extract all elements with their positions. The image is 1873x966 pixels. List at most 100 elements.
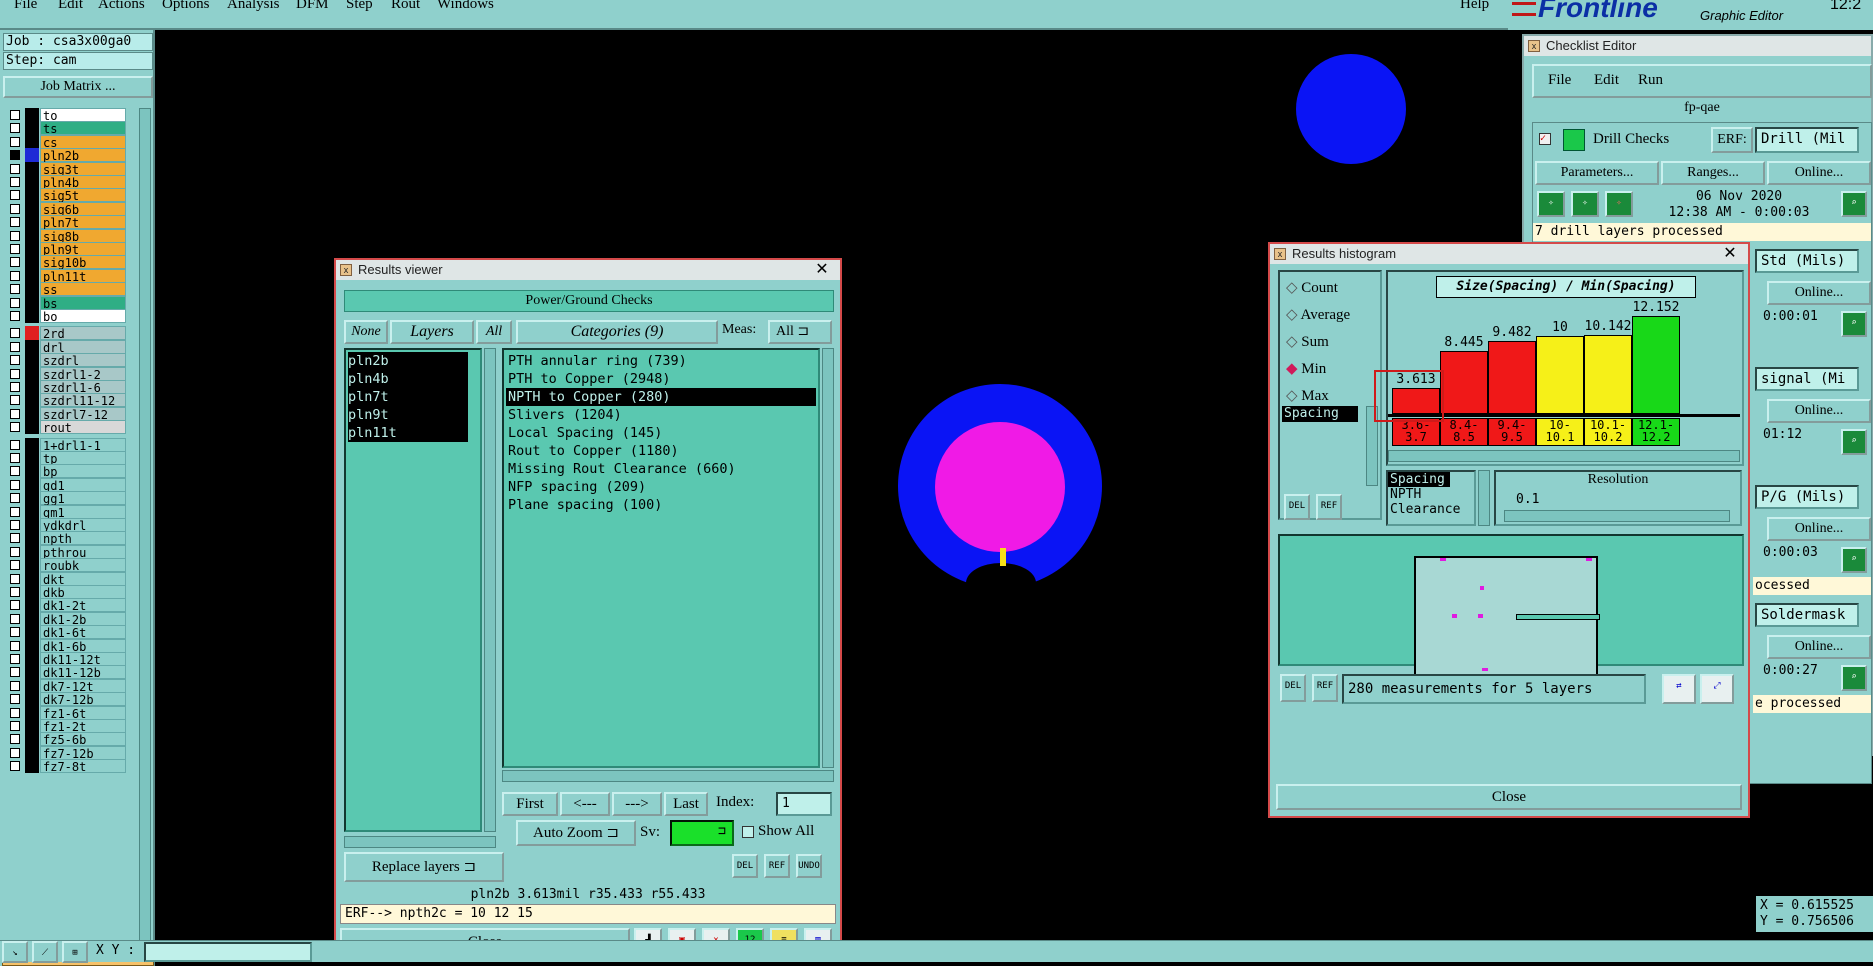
layer-name[interactable]: gg1: [40, 491, 126, 506]
layer-name[interactable]: fz7-8t: [40, 759, 126, 774]
layer-color-swatch[interactable]: [25, 175, 39, 189]
layer-results-scrollbar[interactable]: [484, 348, 496, 832]
histogram-close-button[interactable]: Close: [1276, 784, 1742, 810]
layer-checkbox[interactable]: [10, 560, 20, 571]
stat-option[interactable]: ◇ Max: [1286, 386, 1329, 405]
erf-button[interactable]: ERF:: [1711, 127, 1753, 153]
layer-name[interactable]: dk1-6t: [40, 625, 126, 640]
layer-color-swatch[interactable]: [25, 134, 39, 149]
layer-name[interactable]: pln4b: [40, 175, 126, 190]
layer-color-swatch[interactable]: [25, 406, 39, 421]
category-scrollbar[interactable]: [822, 348, 834, 768]
layer-name[interactable]: dk1-6b: [40, 638, 126, 654]
legend-scrollbar[interactable]: [1478, 470, 1490, 526]
layer-checkbox[interactable]: [10, 244, 20, 254]
layer-checkbox[interactable]: [10, 640, 20, 651]
layer-checkbox[interactable]: [10, 546, 20, 557]
window-menu-icon[interactable]: x: [1274, 248, 1286, 260]
layer-row[interactable]: sig10b: [4, 255, 126, 270]
layer-name[interactable]: sig10b: [40, 255, 126, 270]
layer-checkbox[interactable]: [10, 163, 20, 174]
layer-color-swatch[interactable]: [25, 451, 39, 465]
layer-name[interactable]: pln2b: [40, 148, 126, 163]
layer-color-swatch[interactable]: [25, 437, 39, 452]
layer-color-swatch[interactable]: [25, 504, 39, 519]
layer-checkbox[interactable]: [10, 493, 20, 504]
layer-row[interactable]: szdrl1-2: [4, 366, 126, 382]
layer-name[interactable]: dkb: [40, 585, 126, 600]
layer-color-swatch[interactable]: [25, 531, 39, 546]
layer-name[interactable]: gd1: [40, 477, 126, 493]
layer-name[interactable]: ts: [40, 121, 126, 136]
layer-checkbox[interactable]: [10, 573, 20, 584]
online-button[interactable]: Online...: [1767, 161, 1871, 185]
layer-color-swatch[interactable]: [25, 121, 39, 136]
layer-name[interactable]: sig8b: [40, 228, 126, 244]
layer-name[interactable]: bo: [40, 309, 126, 324]
layer-row[interactable]: to: [4, 108, 126, 123]
layer-color-swatch[interactable]: [25, 464, 39, 479]
none-button[interactable]: None: [344, 320, 388, 344]
del-button[interactable]: DEL: [732, 854, 758, 878]
run-icon[interactable]: ✧: [1537, 191, 1565, 217]
histogram-bar[interactable]: [1584, 335, 1632, 414]
layer-color-swatch[interactable]: [25, 652, 39, 666]
layer-name[interactable]: dk1-2b: [40, 611, 126, 627]
menu-file[interactable]: File: [14, 0, 37, 13]
layer-row[interactable]: 2rd: [4, 326, 126, 341]
layer-checkbox[interactable]: [10, 721, 20, 731]
histogram-bar[interactable]: [1440, 351, 1488, 414]
category-item[interactable]: Plane spacing (100): [506, 496, 816, 514]
auto-zoom-select[interactable]: Auto Zoom ⊐: [516, 820, 636, 846]
layer-name[interactable]: pthrou: [40, 544, 126, 560]
layer-color-swatch[interactable]: [25, 148, 39, 163]
layer-row[interactable]: dk1-6t: [4, 625, 126, 640]
layer-checkbox[interactable]: [10, 680, 20, 691]
chart-hscroll[interactable]: [1388, 450, 1740, 462]
layer-name[interactable]: szdrl7-12: [40, 406, 126, 422]
layer-color-swatch[interactable]: [25, 598, 39, 613]
layer-row[interactable]: ydkdrl: [4, 518, 126, 533]
legend-npth[interactable]: NPTH: [1388, 487, 1474, 502]
layer-checkbox[interactable]: [10, 341, 20, 352]
layer-checkbox[interactable]: [10, 284, 20, 295]
layer-checkbox[interactable]: [10, 368, 20, 379]
layer-row[interactable]: drl: [4, 339, 126, 355]
layer-row[interactable]: fz7-8t: [4, 759, 126, 774]
zoom-icon[interactable]: ⌕: [1841, 547, 1867, 573]
checklist-menu-file[interactable]: File: [1548, 72, 1571, 89]
layer-row[interactable]: fz1-2t: [4, 719, 126, 734]
run-stop-icon[interactable]: ✧: [1571, 191, 1599, 217]
histogram-bar[interactable]: [1488, 341, 1536, 414]
layer-color-swatch[interactable]: [25, 759, 39, 774]
layer-color-swatch[interactable]: [25, 585, 39, 599]
layer-name[interactable]: dk7-12b: [40, 692, 126, 707]
layer-row[interactable]: dk7-12t: [4, 678, 126, 694]
layer-name[interactable]: gm1: [40, 504, 126, 520]
layer-color-swatch[interactable]: [25, 638, 39, 653]
layer-name[interactable]: 1+drl1-1: [40, 437, 126, 453]
zoom-to-measure-icon[interactable]: ⇄: [1662, 674, 1696, 704]
layer-name[interactable]: sig3t: [40, 161, 126, 177]
layer-row[interactable]: tp: [4, 451, 126, 466]
layer-name[interactable]: bs: [40, 295, 126, 311]
check-erf-field[interactable]: Std (Mils): [1755, 249, 1859, 273]
layer-result-item[interactable]: pln7t: [348, 388, 468, 406]
layer-checkbox[interactable]: [10, 408, 20, 419]
category-item[interactable]: Slivers (1204): [506, 406, 816, 424]
category-item[interactable]: Local Spacing (145): [506, 424, 816, 442]
menu-dfm[interactable]: DFM: [296, 0, 329, 13]
layer-row[interactable]: szdrl: [4, 353, 126, 368]
layer-checkbox[interactable]: [10, 355, 20, 366]
show-all-checkbox[interactable]: [742, 826, 754, 838]
layer-checkbox[interactable]: [10, 203, 20, 214]
layer-color-swatch[interactable]: [25, 558, 39, 573]
layer-row[interactable]: pln2b: [4, 148, 126, 163]
check-erf-field[interactable]: Soldermask: [1755, 603, 1859, 627]
check-online-button[interactable]: Online...: [1767, 281, 1871, 305]
select-tool-icon[interactable]: ↘: [2, 941, 28, 963]
erf-field[interactable]: Drill (Mil: [1755, 127, 1859, 153]
layer-name[interactable]: tp: [40, 451, 126, 466]
layer-row[interactable]: dk11-12t: [4, 652, 126, 667]
layer-row[interactable]: sig5t: [4, 188, 126, 203]
